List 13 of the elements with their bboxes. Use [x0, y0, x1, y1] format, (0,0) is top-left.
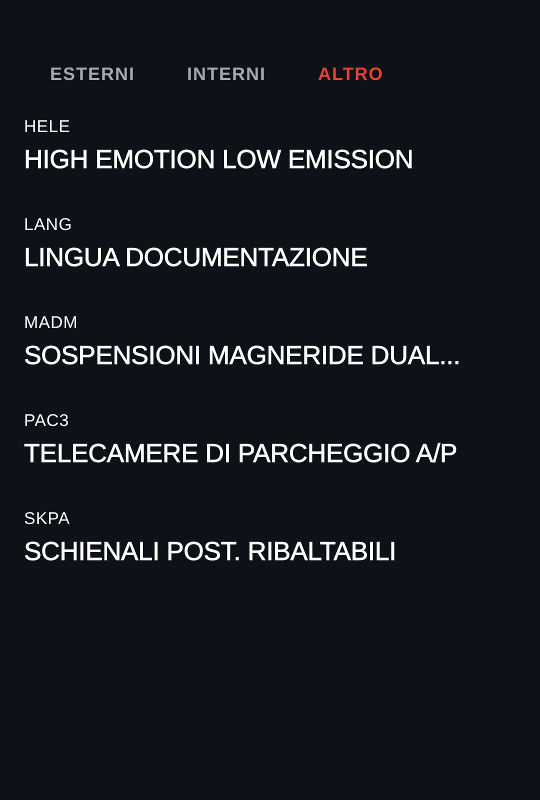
option-title: SCHIENALI POST. RIBALTABILI — [24, 535, 398, 567]
option-code: PAC3 — [24, 411, 70, 431]
option-code: SKPA — [24, 509, 72, 529]
option-title: SOSPENSIONI MAGNERIDE DUAL... — [24, 339, 462, 371]
option-title: HIGH EMOTION LOW EMISSION — [24, 143, 414, 175]
option-code: LANG — [24, 215, 74, 235]
tab[interactable]: ESTERNI — [50, 62, 136, 87]
option-code: HELE — [24, 117, 72, 137]
option-code: MADM — [24, 313, 79, 333]
tab[interactable]: ALTRO — [318, 62, 384, 87]
option-title: TELECAMERE DI PARCHEGGIO A/P — [24, 437, 458, 469]
tab[interactable]: INTERNI — [187, 62, 266, 87]
option-title: LINGUA DOCUMENTAZIONE — [24, 241, 368, 273]
